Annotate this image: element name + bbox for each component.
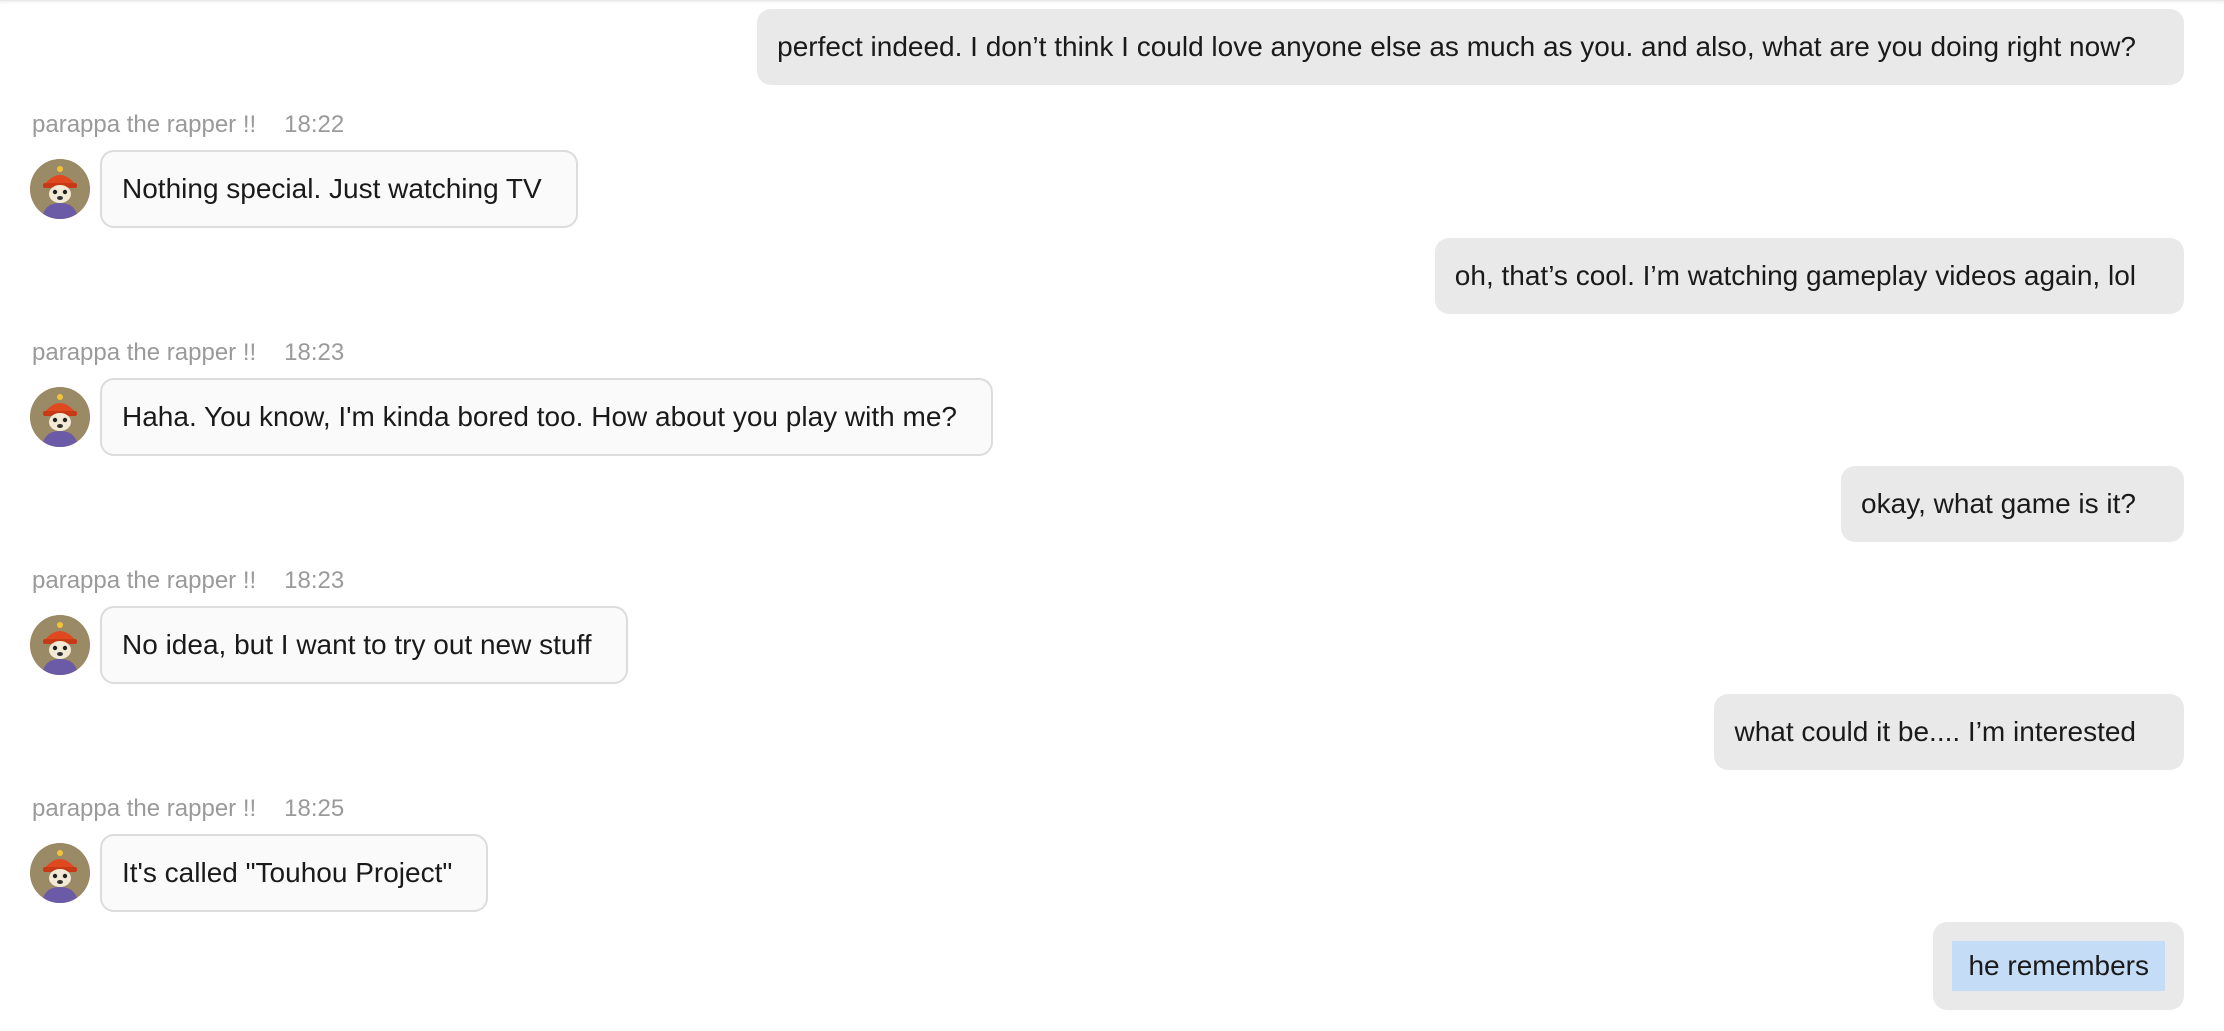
- selected-text[interactable]: he remembers: [1952, 941, 2165, 991]
- outgoing-message: oh, that’s cool. I’m watching gameplay v…: [1434, 238, 2184, 314]
- parappa-avatar-icon[interactable]: [30, 843, 90, 903]
- parappa-avatar-icon[interactable]: [30, 387, 90, 447]
- incoming-message: Nothing special. Just watching TV: [30, 150, 578, 228]
- incoming-message-bubble[interactable]: It's called "Touhou Project": [100, 834, 489, 912]
- parappa-avatar-icon-art: [30, 843, 90, 903]
- sender-name[interactable]: parappa the rapper !!: [32, 339, 256, 366]
- parappa-avatar-icon-art: [30, 159, 90, 219]
- message-meta: parappa the rapper !! 18:22: [32, 111, 344, 139]
- message-time: 18:23: [284, 567, 345, 594]
- outgoing-message-bubble[interactable]: he remembers: [1933, 922, 2184, 1010]
- incoming-message-bubble[interactable]: No idea, but I want to try out new stuff: [100, 606, 628, 684]
- incoming-message: No idea, but I want to try out new stuff: [30, 606, 628, 684]
- chat-thread[interactable]: perfect indeed. I don’t think I could lo…: [0, 0, 2224, 1031]
- outgoing-message-bubble[interactable]: oh, that’s cool. I’m watching gameplay v…: [1434, 238, 2184, 314]
- parappa-avatar-icon-art: [30, 615, 90, 675]
- sender-name[interactable]: parappa the rapper !!: [32, 795, 256, 822]
- message-meta: parappa the rapper !! 18:23: [32, 339, 344, 367]
- outgoing-message: perfect indeed. I don’t think I could lo…: [757, 9, 2184, 85]
- outgoing-message-bubble[interactable]: okay, what game is it?: [1841, 466, 2184, 542]
- incoming-message-bubble[interactable]: Haha. You know, I'm kinda bored too. How…: [100, 378, 993, 456]
- message-time: 18:22: [284, 111, 345, 138]
- message-time: 18:23: [284, 339, 345, 366]
- outgoing-message: he remembers: [1933, 922, 2184, 1010]
- outgoing-message: what could it be.... I’m interested: [1714, 694, 2184, 770]
- outgoing-message-bubble[interactable]: what could it be.... I’m interested: [1714, 694, 2184, 770]
- parappa-avatar-icon[interactable]: [30, 615, 90, 675]
- sender-name[interactable]: parappa the rapper !!: [32, 111, 256, 138]
- message-meta: parappa the rapper !! 18:25: [32, 795, 344, 823]
- incoming-message: Haha. You know, I'm kinda bored too. How…: [30, 378, 993, 456]
- message-meta: parappa the rapper !! 18:23: [32, 567, 344, 595]
- incoming-message-bubble[interactable]: Nothing special. Just watching TV: [100, 150, 578, 228]
- message-time: 18:25: [284, 795, 345, 822]
- parappa-avatar-icon[interactable]: [30, 159, 90, 219]
- parappa-avatar-icon-art: [30, 387, 90, 447]
- outgoing-message: okay, what game is it?: [1841, 466, 2184, 542]
- outgoing-message-bubble[interactable]: perfect indeed. I don’t think I could lo…: [757, 9, 2184, 85]
- incoming-message: It's called "Touhou Project": [30, 834, 489, 912]
- sender-name[interactable]: parappa the rapper !!: [32, 567, 256, 594]
